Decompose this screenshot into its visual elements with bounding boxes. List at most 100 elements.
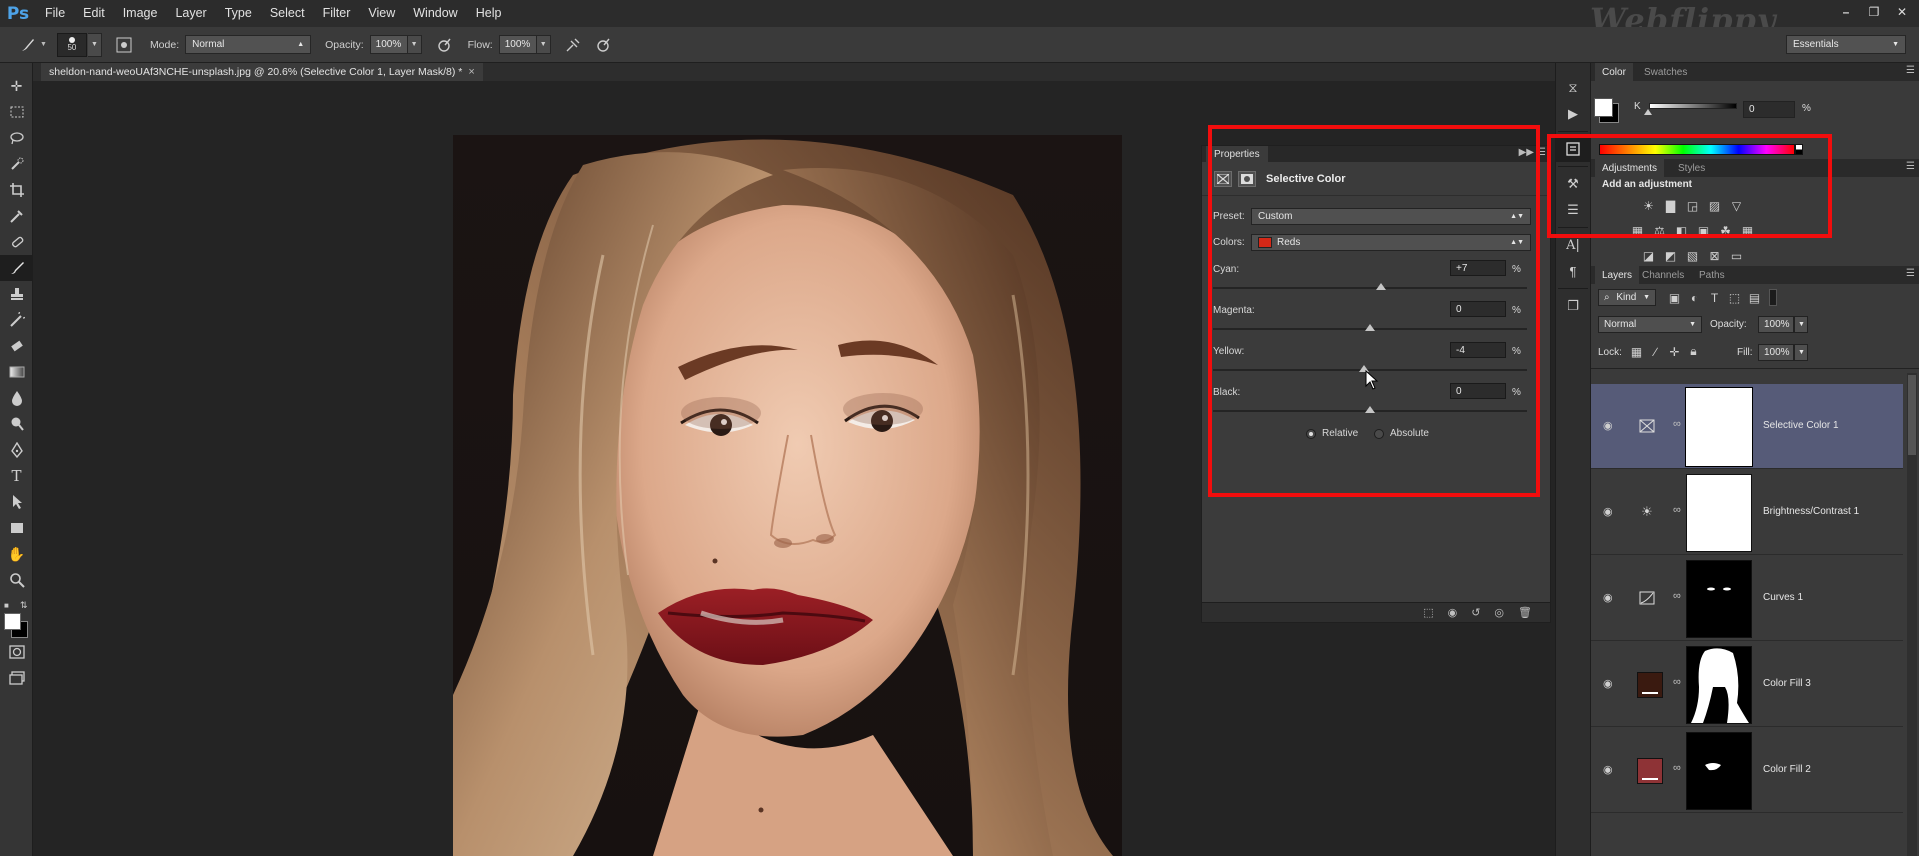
selective-color-adjustment-icon[interactable] bbox=[1214, 171, 1232, 187]
method-absolute-option[interactable]: Absolute bbox=[1374, 428, 1429, 439]
fill-dropdown[interactable]: ▼ bbox=[1794, 344, 1808, 361]
flow-input[interactable]: 100% bbox=[499, 35, 537, 54]
link-chain-icon[interactable]: ∞ bbox=[1673, 504, 1681, 516]
lock-image-icon[interactable]: ∕ bbox=[1648, 345, 1663, 358]
history-icon[interactable]: ⧖ bbox=[1556, 75, 1590, 101]
gradient-tool-icon[interactable] bbox=[0, 359, 33, 385]
layer-comps-icon[interactable]: ❐ bbox=[1556, 293, 1590, 319]
brightness-contrast-adj-icon[interactable]: ☀ bbox=[1641, 199, 1656, 212]
cyan-slider-thumb[interactable] bbox=[1376, 283, 1386, 290]
layer-row[interactable]: ◉ ∞ Selective Color 1 bbox=[1591, 384, 1903, 469]
default-colors-icon[interactable]: ■ bbox=[4, 601, 9, 610]
filter-shape-icon[interactable]: ⬚ bbox=[1727, 291, 1742, 304]
brush-size-dropdown[interactable]: ▼ bbox=[88, 33, 102, 57]
color-fill-swatch[interactable] bbox=[1637, 758, 1663, 784]
healing-brush-tool-icon[interactable] bbox=[0, 229, 33, 255]
black-slider-thumb[interactable] bbox=[1365, 406, 1375, 413]
filter-adjustment-icon[interactable]: ◐ bbox=[1687, 291, 1702, 304]
black-input[interactable]: 0 bbox=[1450, 383, 1506, 399]
hand-tool-icon[interactable]: ✋ bbox=[0, 541, 33, 567]
black-white-ramp[interactable] bbox=[1795, 144, 1803, 155]
color-spectrum-ramp[interactable] bbox=[1599, 144, 1795, 155]
gradient-map-adj-icon[interactable]: ▭ bbox=[1729, 249, 1744, 262]
document-tab[interactable]: sheldon-nand-weoUAf3NCHE-unsplash.jpg @ … bbox=[41, 63, 483, 81]
colors-dropdown[interactable]: Reds ▲︎▼ bbox=[1251, 234, 1531, 251]
quick-selection-tool-icon[interactable] bbox=[0, 151, 33, 177]
dodge-tool-icon[interactable] bbox=[0, 411, 33, 437]
magenta-input[interactable]: 0 bbox=[1450, 301, 1506, 317]
tab-swatches[interactable]: Swatches bbox=[1637, 63, 1694, 81]
visibility-eye-icon[interactable]: ◉ bbox=[1603, 419, 1613, 432]
menu-window[interactable]: Window bbox=[404, 0, 466, 27]
brush-presets-icon[interactable]: ⚒ bbox=[1556, 171, 1590, 197]
layer-mask-thumbnail[interactable] bbox=[1686, 732, 1752, 810]
levels-adj-icon[interactable]: ▇ bbox=[1663, 199, 1678, 212]
tab-color[interactable]: Color bbox=[1595, 63, 1633, 81]
layer-mask-icon[interactable] bbox=[1238, 171, 1256, 187]
reset-icon[interactable]: ↺ bbox=[1471, 606, 1480, 619]
properties-icon[interactable] bbox=[1556, 136, 1590, 162]
brush-preset-dropdown-icon[interactable]: ▼ bbox=[40, 41, 47, 48]
type-tool-icon[interactable]: T bbox=[0, 463, 33, 489]
magenta-slider-thumb[interactable] bbox=[1365, 324, 1375, 331]
link-chain-icon[interactable]: ∞ bbox=[1673, 676, 1681, 688]
panel-menu-icon[interactable]: ☰ bbox=[1906, 161, 1915, 172]
fill-input[interactable]: 100% bbox=[1758, 344, 1794, 361]
tab-channels[interactable]: Channels bbox=[1635, 266, 1691, 284]
blur-tool-icon[interactable] bbox=[0, 385, 33, 411]
layer-row[interactable]: ◉ ☀ ∞ Brightness/Contrast 1 bbox=[1591, 470, 1903, 555]
paragraph-icon[interactable]: ¶ bbox=[1556, 258, 1590, 284]
tab-layers[interactable]: Layers bbox=[1595, 266, 1639, 284]
visibility-eye-icon[interactable]: ◉ bbox=[1603, 505, 1613, 518]
move-tool-icon[interactable]: ✛ bbox=[0, 73, 33, 99]
foreground-color-swatch[interactable] bbox=[4, 613, 21, 630]
clone-stamp-tool-icon[interactable] bbox=[0, 281, 33, 307]
actions-play-icon[interactable]: ▶ bbox=[1556, 101, 1590, 127]
layer-mask-thumbnail[interactable] bbox=[1686, 388, 1752, 466]
pressure-size-icon[interactable] bbox=[591, 33, 615, 57]
opacity-input[interactable]: 100% bbox=[370, 35, 408, 54]
yellow-input[interactable]: -4 bbox=[1450, 342, 1506, 358]
tab-styles[interactable]: Styles bbox=[1671, 159, 1712, 177]
menu-type[interactable]: Type bbox=[216, 0, 261, 27]
preset-dropdown[interactable]: Custom ▲︎▼ bbox=[1251, 208, 1531, 225]
menu-image[interactable]: Image bbox=[114, 0, 167, 27]
cyan-slider-track[interactable] bbox=[1213, 287, 1527, 289]
k-slider-track[interactable] bbox=[1649, 103, 1737, 109]
collapse-panel-icon[interactable]: ▶▶ bbox=[1519, 147, 1534, 158]
eyedropper-tool-icon[interactable] bbox=[0, 203, 33, 229]
airbrush-icon[interactable] bbox=[561, 33, 585, 57]
view-previous-state-icon[interactable]: ◉ bbox=[1448, 606, 1458, 619]
flow-dropdown[interactable]: ▼ bbox=[537, 35, 551, 54]
layers-scrollbar-thumb[interactable] bbox=[1908, 375, 1916, 455]
pressure-opacity-icon[interactable] bbox=[432, 33, 456, 57]
exposure-adj-icon[interactable]: ▨ bbox=[1707, 199, 1722, 212]
workspace-select[interactable]: Essentials ▼ bbox=[1786, 35, 1906, 54]
panel-menu-icon[interactable]: ☰ bbox=[1906, 65, 1915, 76]
marquee-tool-icon[interactable] bbox=[0, 99, 33, 125]
canvas-photo[interactable] bbox=[453, 135, 1122, 856]
selective-color-adj-icon[interactable]: ⊠ bbox=[1707, 249, 1722, 262]
delete-icon[interactable]: 🗑︎ bbox=[1518, 606, 1532, 619]
color-fg-swatch[interactable] bbox=[1594, 98, 1613, 117]
color-fill-swatch[interactable] bbox=[1637, 672, 1663, 698]
panel-menu-icon[interactable]: ☰ bbox=[1537, 147, 1546, 158]
layers-scrollbar[interactable] bbox=[1907, 373, 1917, 856]
invert-adj-icon[interactable]: ◪ bbox=[1641, 249, 1656, 262]
curves-adj-icon[interactable]: ◲ bbox=[1685, 199, 1700, 212]
vibrance-adj-icon[interactable]: ▽ bbox=[1729, 199, 1744, 212]
cyan-input[interactable]: +7 bbox=[1450, 260, 1506, 276]
layer-mask-thumbnail[interactable] bbox=[1686, 474, 1752, 552]
filter-smart-object-icon[interactable]: ▤ bbox=[1747, 291, 1762, 304]
brush-tool-preset-icon[interactable] bbox=[16, 33, 40, 57]
close-window-icon[interactable]: ✕ bbox=[1889, 2, 1915, 22]
rectangle-tool-icon[interactable] bbox=[0, 515, 33, 541]
hue-saturation-adj-icon[interactable]: ▦ bbox=[1630, 224, 1645, 237]
color-balance-adj-icon[interactable]: ⚖ bbox=[1652, 224, 1667, 237]
tab-paths[interactable]: Paths bbox=[1692, 266, 1732, 284]
menu-view[interactable]: View bbox=[359, 0, 404, 27]
opacity-dropdown[interactable]: ▼ bbox=[408, 35, 422, 54]
history-brush-tool-icon[interactable] bbox=[0, 307, 33, 333]
layer-filter-kind-select[interactable]: ⌕ Kind ▼ bbox=[1598, 289, 1656, 306]
menu-layer[interactable]: Layer bbox=[166, 0, 215, 27]
